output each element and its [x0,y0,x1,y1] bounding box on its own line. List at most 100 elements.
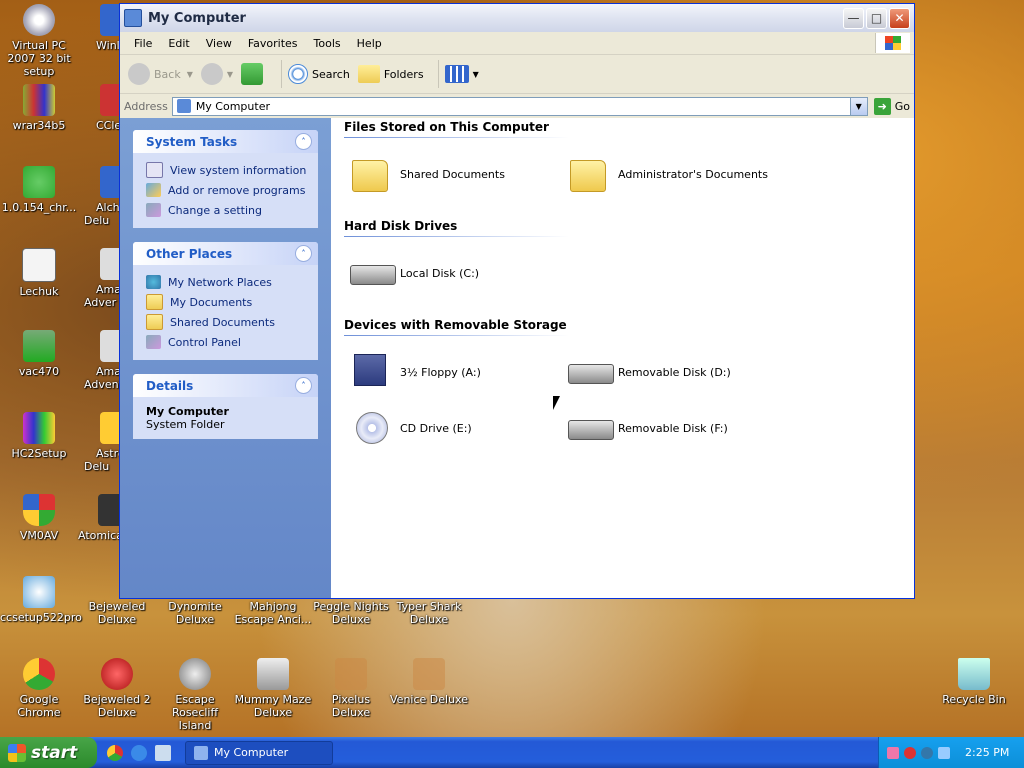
views-button[interactable]: ▼ [444,65,479,83]
desktop-icon-virtual-pc[interactable]: Virtual PC 2007 32 bit setup [0,4,78,78]
desktop-icon-ama2[interactable]: Ama Advent [84,330,132,391]
main-pane: Files Stored on This Computer Shared Doc… [331,118,914,598]
other-places-header[interactable]: Other Places ˄ [133,242,318,265]
item-local-disk-c[interactable]: Local Disk (C:) [348,253,479,293]
mouse-cursor-icon [553,396,560,410]
menu-tools[interactable]: Tools [306,37,349,50]
desktop-icon-lechuk[interactable]: Lechuk [0,248,78,298]
item-removable-disk-f[interactable]: Removable Disk (F:) [566,408,728,448]
text-file-icon [22,248,56,282]
show-desktop-icon[interactable] [155,744,171,761]
desktop-icon-bejeweled[interactable]: Bejeweled Deluxe [78,600,156,626]
system-tasks-panel: System Tasks ˄ View system information A… [133,130,318,228]
clock[interactable]: 2:25 PM [965,746,1009,759]
shared-folder-icon [146,314,163,330]
collapse-chevron-icon[interactable]: ˄ [295,133,312,150]
desktop-icon-venice[interactable]: Venice Deluxe [390,658,468,706]
details-type: System Folder [146,418,225,431]
taskbar-button-my-computer[interactable]: My Computer [185,740,333,765]
menu-file[interactable]: File [126,37,160,50]
desktop-icon-vac470[interactable]: vac470 [0,330,78,378]
desktop-icon-escape-rosecliff[interactable]: Escape Rosecliff Island [156,658,234,732]
maximize-button[interactable]: □ [866,7,887,29]
system-tasks-header[interactable]: System Tasks ˄ [133,130,318,153]
address-dropdown-button[interactable]: ▼ [849,97,867,115]
menu-favorites[interactable]: Favorites [240,37,306,50]
desktop-icon-alch[interactable]: Alch Delu [84,166,132,227]
collapse-chevron-icon[interactable]: ˄ [295,377,312,394]
details-header[interactable]: Details ˄ [133,374,318,397]
desktop-icon-mummy-maze[interactable]: Mummy Maze Deluxe [234,658,312,719]
forward-arrow-icon [200,63,223,85]
task-view-system-info[interactable]: View system information [146,160,318,180]
my-computer-icon [194,745,208,760]
windows-flag-icon [8,743,26,762]
folder-icon [348,154,392,194]
address-field[interactable]: My Computer ▼ [171,96,868,116]
tray-network-icon[interactable] [938,746,950,759]
item-floppy-a[interactable]: 3½ Floppy (A:) [348,352,481,392]
address-label: Address [124,99,168,113]
desktop-icon-ccsetup[interactable]: ccsetup522pro [0,576,82,624]
go-button[interactable]: ➜ Go [873,97,910,115]
item-shared-documents[interactable]: Shared Documents [348,154,505,194]
minimize-button[interactable]: — [843,7,864,29]
back-button[interactable]: Back ▼ [128,63,193,85]
desktop-icon-atomica[interactable]: Atomica [78,494,130,542]
chrome-icon[interactable] [107,744,123,761]
desktop-icon-wrar[interactable]: wrar34b5 [0,84,78,132]
group-hard-disk-drives: Hard Disk Drives [344,219,568,237]
folders-button[interactable]: Folders [357,65,424,83]
window-content: System Tasks ˄ View system information A… [120,118,914,598]
item-cd-drive-e[interactable]: CD Drive (E:) [348,408,472,448]
desktop-icon-peggle[interactable]: Peggle Nights Deluxe [312,600,390,626]
tray-shield-icon[interactable] [887,746,899,759]
task-change-setting[interactable]: Change a setting [146,200,318,220]
desktop-icon-astro[interactable]: Astro Delu [84,412,132,473]
desktop-icon-ama[interactable]: Ama Adver [84,248,132,309]
search-button[interactable]: Search [288,64,350,84]
up-button[interactable] [241,63,267,85]
forward-button[interactable]: ▼ [200,63,233,85]
my-documents-icon [146,294,163,310]
tray-antivirus-icon[interactable] [904,746,916,759]
desktop-icon-chrome-setup[interactable]: 1.0.154_chr... [0,166,78,214]
tray-security-icon[interactable] [921,746,933,759]
desktop-icon-dynomite[interactable]: Dynomite Deluxe [156,600,234,626]
desktop-icon-bejeweled2[interactable]: Bejeweled 2 Deluxe [78,658,156,719]
close-button[interactable]: ✕ [889,7,910,29]
group-removable-storage: Devices with Removable Storage [344,318,568,336]
desktop-icon-mahjong[interactable]: Mahjong Escape Anci... [234,600,312,626]
menu-view[interactable]: View [198,37,240,50]
place-control-panel[interactable]: Control Panel [146,332,318,352]
title-bar[interactable]: My Computer — □ ✕ [120,4,914,32]
menu-help[interactable]: Help [349,37,390,50]
desktop-icon-recycle-bin[interactable]: Recycle Bin [935,658,1013,706]
back-arrow-icon [128,63,150,85]
desktop-icon-typer-shark[interactable]: Typer Shark Deluxe [390,600,468,626]
place-my-documents[interactable]: My Documents [146,292,318,312]
internet-explorer-icon[interactable] [131,744,147,761]
desktop-icon-ccle[interactable]: CCle [84,84,132,132]
item-administrators-documents[interactable]: Administrator's Documents [566,154,768,194]
collapse-chevron-icon[interactable]: ˄ [295,245,312,262]
desktop-icon-pixelus[interactable]: Pixelus Deluxe [312,658,390,719]
details-name: My Computer [146,405,229,418]
windows-logo-icon [875,33,910,53]
start-button[interactable]: start [0,737,97,768]
floppy-drive-icon [348,352,392,392]
my-computer-window: My Computer — □ ✕ File Edit View Favorit… [119,3,915,599]
address-bar: Address My Computer ▼ ➜ Go [120,94,914,119]
desktop-icon-winl[interactable]: Winl [84,4,132,52]
game-icon [179,658,211,690]
place-my-network-places[interactable]: My Network Places [146,272,318,292]
item-removable-disk-d[interactable]: Removable Disk (D:) [566,352,731,392]
desktop-icon-hc2setup[interactable]: HC2Setup [0,412,78,460]
desktop-icon-vm0av[interactable]: VM0AV [0,494,78,542]
folder-up-icon [241,63,264,85]
task-add-remove-programs[interactable]: Add or remove programs [146,180,318,200]
desktop-icon-google-chrome[interactable]: Google Chrome [0,658,78,719]
menu-edit[interactable]: Edit [160,37,197,50]
place-shared-documents[interactable]: Shared Documents [146,312,318,332]
taskbar: start My Computer 2:25 PM [0,737,1024,768]
